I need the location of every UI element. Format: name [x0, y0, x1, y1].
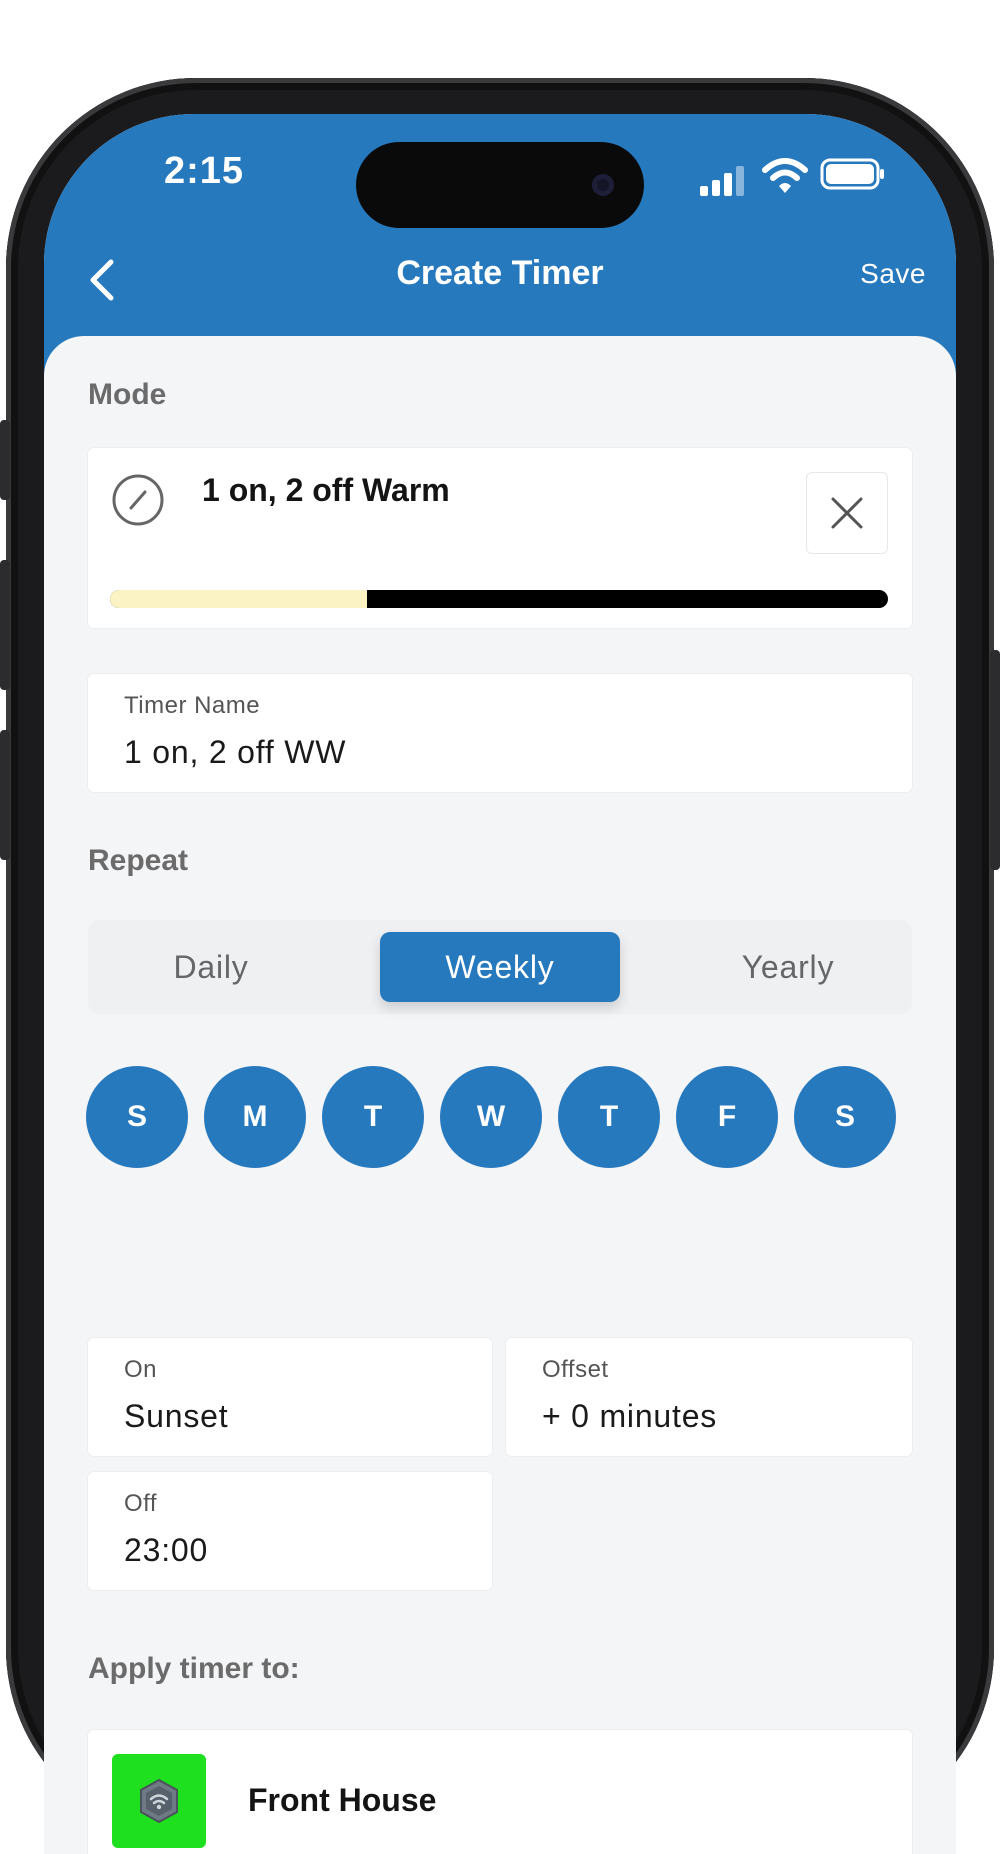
- repeat-section-title: Repeat: [88, 844, 189, 877]
- apply-section-title: Apply timer to:: [88, 1652, 300, 1685]
- offset-value: + 0 minutes: [542, 1398, 718, 1434]
- battery-icon: [820, 158, 884, 190]
- repeat-option-yearly[interactable]: Yearly: [668, 932, 908, 1002]
- hub-wifi-icon: [140, 1778, 178, 1824]
- weekday-selector: S M T W T F S: [86, 1066, 916, 1170]
- phone-side-button: [990, 650, 1000, 870]
- slashed-circle-icon: [112, 474, 164, 526]
- dynamic-island: [356, 142, 644, 228]
- page-title: Create Timer: [396, 254, 604, 292]
- wifi-icon: [762, 158, 808, 193]
- on-value: Sunset: [124, 1398, 229, 1434]
- phone-side-button: [0, 560, 10, 690]
- offset-label: Offset: [542, 1356, 609, 1383]
- phone-side-button: [0, 730, 10, 860]
- phone-side-button: [0, 420, 10, 500]
- day-thursday[interactable]: T: [558, 1066, 660, 1168]
- day-saturday[interactable]: S: [794, 1066, 896, 1168]
- on-label: On: [124, 1356, 158, 1383]
- device-list-item[interactable]: Front House: [88, 1730, 912, 1854]
- device-icon-tile: [112, 1754, 206, 1848]
- repeat-option-weekly[interactable]: Weekly: [380, 932, 620, 1002]
- camera-icon: [592, 174, 614, 196]
- timer-name-field[interactable]: Timer Name 1 on, 2 off WW: [88, 674, 912, 792]
- day-sunday[interactable]: S: [86, 1066, 188, 1168]
- on-time-field[interactable]: On Sunset: [88, 1338, 492, 1456]
- status-time: 2:15: [164, 150, 245, 192]
- cellular-signal-icon: [700, 166, 748, 196]
- repeat-option-daily[interactable]: Daily: [91, 932, 331, 1002]
- day-tuesday[interactable]: T: [322, 1066, 424, 1168]
- mode-section-title: Mode: [88, 378, 167, 411]
- repeat-segmented-control: Daily Weekly Yearly: [88, 920, 912, 1014]
- clear-mode-button[interactable]: [806, 472, 888, 554]
- mode-warm-segment: [110, 590, 367, 608]
- mode-color-bar: [110, 590, 888, 608]
- offset-field[interactable]: Offset + 0 minutes: [506, 1338, 912, 1456]
- mode-card[interactable]: 1 on, 2 off Warm: [88, 448, 912, 628]
- day-wednesday[interactable]: W: [440, 1066, 542, 1168]
- mode-name: 1 on, 2 off Warm: [202, 472, 450, 508]
- day-friday[interactable]: F: [676, 1066, 778, 1168]
- app-screen: 2:15 Create Timer Save Mode 1 on, 2 off …: [44, 114, 956, 1854]
- off-label: Off: [124, 1490, 158, 1517]
- off-value: 23:00: [124, 1532, 209, 1568]
- device-name: Front House: [248, 1782, 437, 1818]
- timer-name-label: Timer Name: [124, 692, 261, 719]
- day-monday[interactable]: M: [204, 1066, 306, 1168]
- save-button[interactable]: Save: [860, 258, 926, 290]
- timer-name-value: 1 on, 2 off WW: [124, 734, 347, 770]
- close-icon: [831, 497, 863, 529]
- off-time-field[interactable]: Off 23:00: [88, 1472, 492, 1590]
- form-content: Mode 1 on, 2 off Warm Timer Name 1 on, 2…: [44, 336, 956, 1854]
